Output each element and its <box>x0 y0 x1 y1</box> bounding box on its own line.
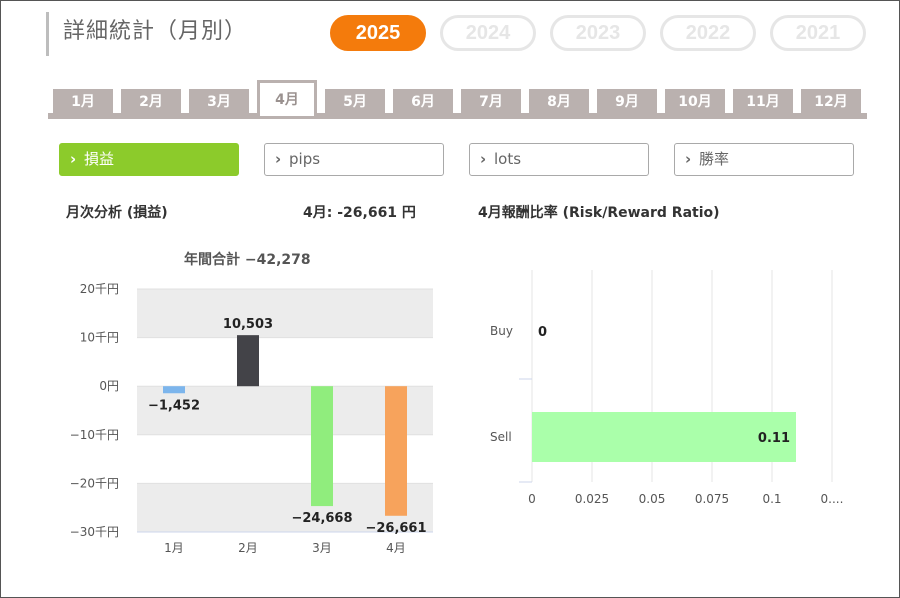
tab-month-9[interactable]: 9月 <box>597 89 657 116</box>
x-tick-label: 0 <box>528 492 536 506</box>
metric-button-pips[interactable]: › pips <box>264 143 444 176</box>
chevron-right-icon: › <box>685 150 692 168</box>
year-button-2021[interactable]: 2021 <box>770 15 866 51</box>
tab-month-6[interactable]: 6月 <box>393 89 453 116</box>
data-label: 10,503 <box>223 317 273 332</box>
y-tick-label: 0円 <box>99 379 119 393</box>
risk-reward-chart: 0 0.025 0.05 0.075 0.1 0.... Buy 0 Sell 0.11 <box>490 270 844 506</box>
tab-month-11[interactable]: 11月 <box>733 89 793 116</box>
metric-label: lots <box>494 150 522 168</box>
x-tick-label: 0.1 <box>762 492 781 506</box>
bar-4月 <box>385 386 407 516</box>
grid-band <box>137 289 433 338</box>
x-tick-label: 0.025 <box>575 492 609 506</box>
data-label: 0.11 <box>758 431 790 446</box>
x-tick-label: 0.075 <box>695 492 729 506</box>
tab-month-7[interactable]: 7月 <box>461 89 521 116</box>
y-category-label: Buy <box>490 324 513 338</box>
tab-month-5[interactable]: 5月 <box>325 89 385 116</box>
ratio-title: 4月報酬比率 (Risk/Reward Ratio) <box>478 205 720 221</box>
tab-month-3[interactable]: 3月 <box>189 89 249 116</box>
y-tick-label: 20千円 <box>80 282 119 296</box>
page-title: 詳細統計（月別） <box>46 12 247 56</box>
data-label: −24,668 <box>291 511 352 526</box>
metric-button-profit[interactable]: › 損益 <box>59 143 239 176</box>
y-tick-label: −10千円 <box>70 428 119 442</box>
month-summary: 4月: -26,661 円 <box>303 205 416 221</box>
x-tick-label: 0.... <box>821 492 844 506</box>
bar-Sell <box>532 412 796 462</box>
year-button-2022[interactable]: 2022 <box>660 15 756 51</box>
chevron-right-icon: › <box>480 150 487 168</box>
y-tick-label: −20千円 <box>70 476 119 490</box>
x-tick-label: 4月 <box>386 541 406 555</box>
y-tick-label: −30千円 <box>70 525 119 539</box>
bar-1月 <box>163 386 185 394</box>
tab-month-12[interactable]: 12月 <box>801 89 861 116</box>
data-label: −1,452 <box>148 398 200 413</box>
tab-month-8[interactable]: 8月 <box>529 89 589 116</box>
bar-2月 <box>237 335 259 387</box>
year-button-2023[interactable]: 2023 <box>550 15 646 51</box>
x-tick-label: 3月 <box>312 541 332 555</box>
tab-month-1[interactable]: 1月 <box>53 89 113 116</box>
data-label: 0 <box>538 325 547 340</box>
chevron-right-icon: › <box>275 150 282 168</box>
bar-3月 <box>311 386 333 507</box>
y-category-label: Sell <box>490 430 512 444</box>
year-button-2025[interactable]: 2025 <box>330 15 426 51</box>
chevron-right-icon: › <box>70 150 77 168</box>
metric-label: pips <box>289 150 321 168</box>
annual-total: 年間合計 −42,278 <box>184 252 311 268</box>
x-tick-label: 1月 <box>164 541 184 555</box>
metric-button-winrate[interactable]: › 勝率 <box>674 143 854 176</box>
monthly-pl-chart: 20千円 10千円 0円 −10千円 −20千円 −30千円 −1,452 1月 10,503 2… <box>70 282 433 555</box>
analysis-title: 月次分析 (損益) <box>66 205 168 221</box>
metric-label: 損益 <box>84 150 115 168</box>
tab-month-2[interactable]: 2月 <box>121 89 181 116</box>
tab-month-10[interactable]: 10月 <box>665 89 725 116</box>
x-tick-label: 0.05 <box>639 492 666 506</box>
data-label: −26,661 <box>365 521 426 536</box>
metric-label: 勝率 <box>699 150 730 168</box>
y-tick-label: 10千円 <box>80 331 119 345</box>
tab-month-4[interactable]: 4月 <box>257 80 317 116</box>
year-button-2024[interactable]: 2024 <box>440 15 536 51</box>
x-tick-label: 2月 <box>238 541 258 555</box>
metric-button-lots[interactable]: › lots <box>469 143 649 176</box>
